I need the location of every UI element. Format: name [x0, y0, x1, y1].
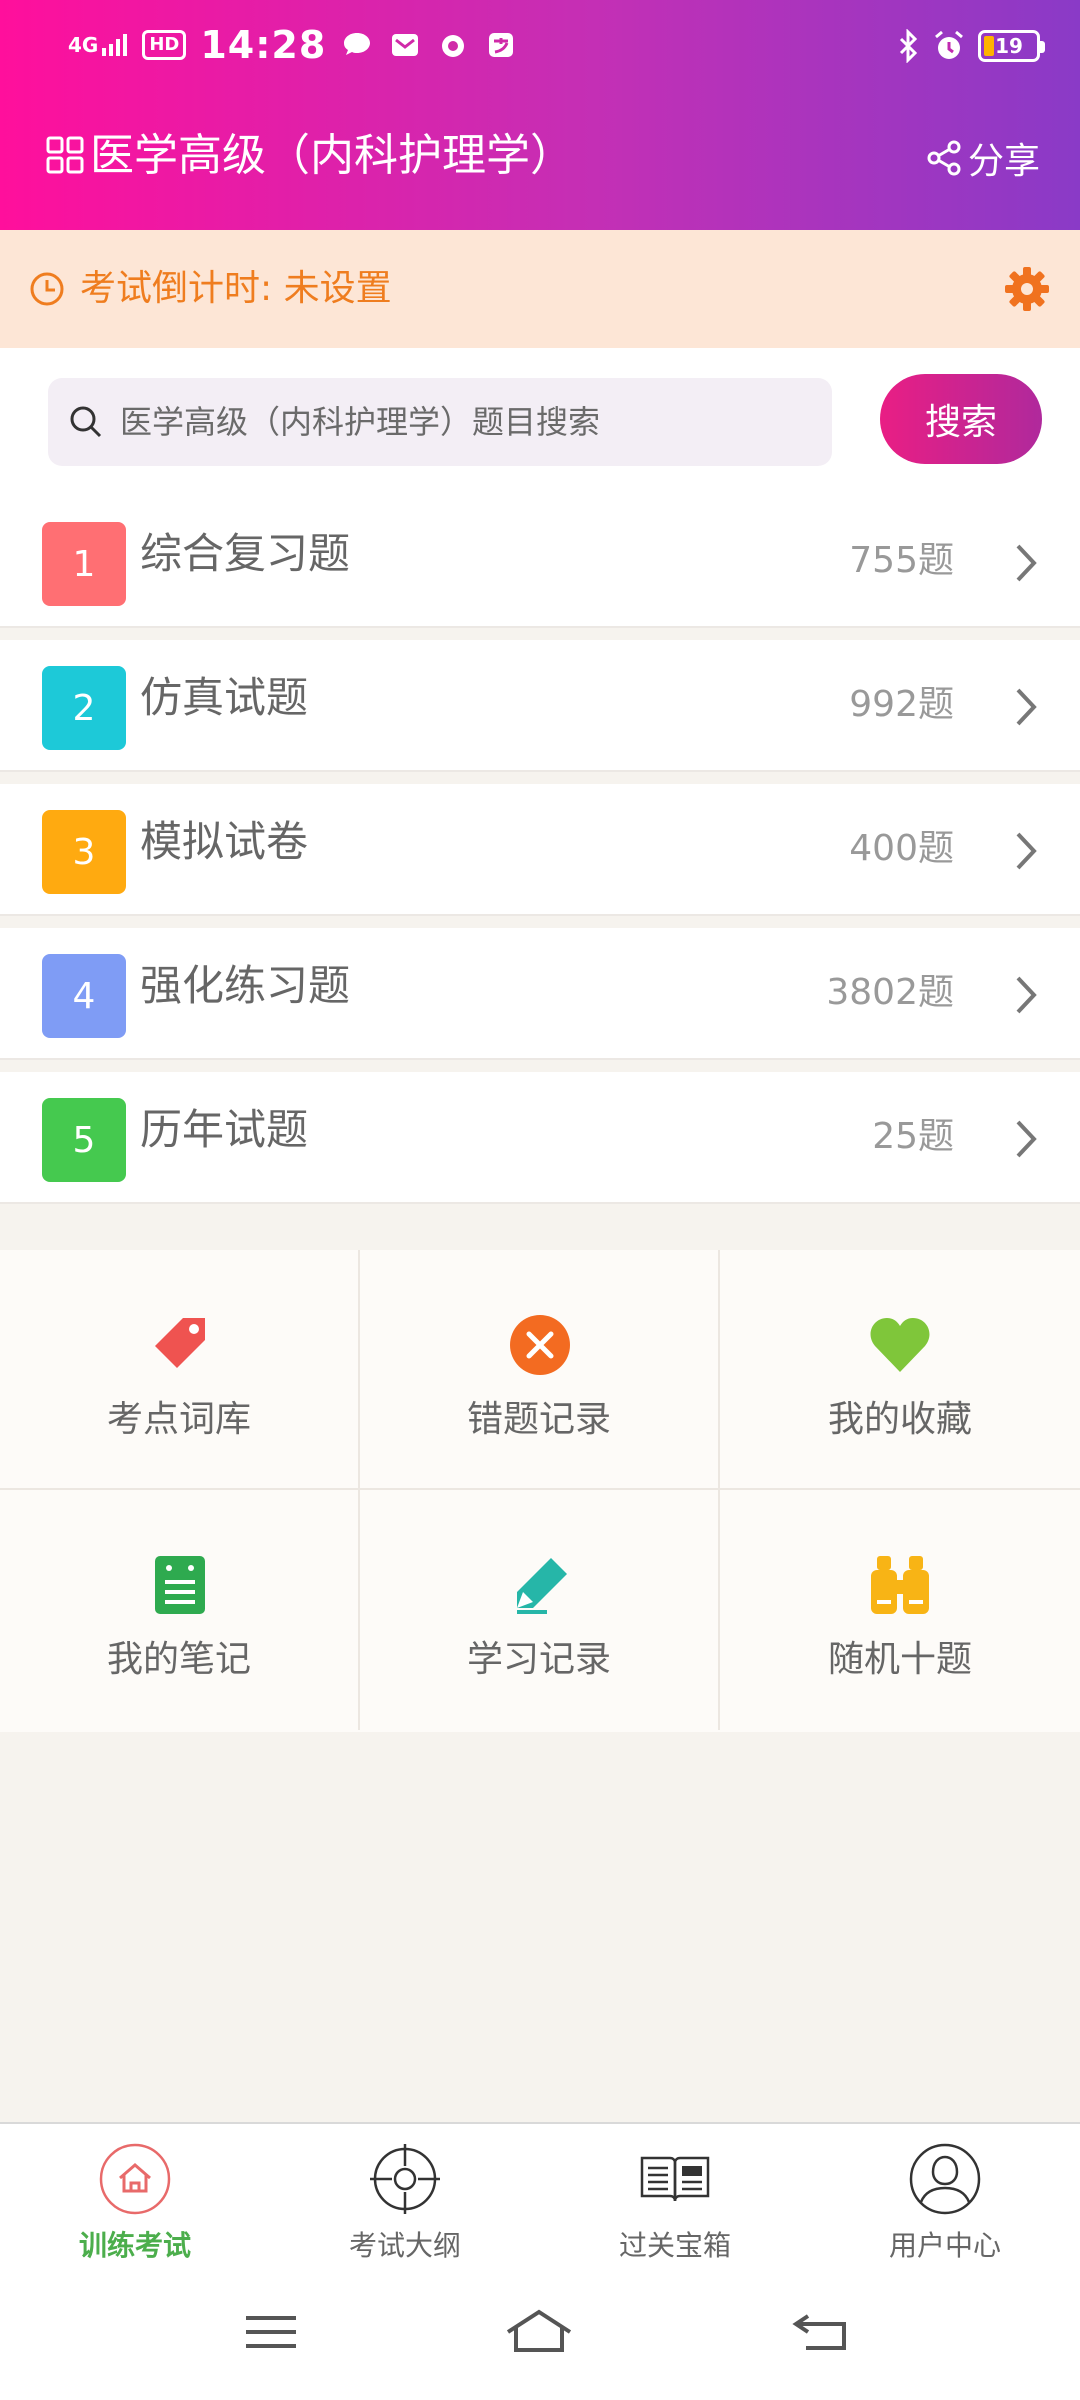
- list-item[interactable]: 3 模拟试卷 400题: [0, 784, 1080, 916]
- item-count: 25题: [872, 1116, 954, 1157]
- tool-label: 考点词库: [106, 1399, 251, 1440]
- user-icon: [909, 2143, 981, 2215]
- tool-label: 随机十题: [827, 1639, 972, 1680]
- tab-label: 考试大纲: [348, 2229, 461, 2262]
- battery-level: 19: [995, 34, 1023, 58]
- bluetooth-icon: [899, 29, 918, 63]
- tab-user-center[interactable]: 用户中心: [810, 2124, 1080, 2274]
- item-index-badge: 3: [42, 810, 126, 894]
- chevron-right-icon: [1016, 976, 1037, 1014]
- item-index-badge: 4: [42, 954, 126, 1038]
- menu-icon[interactable]: [236, 2302, 306, 2362]
- chevron-right-icon: [1016, 544, 1037, 582]
- battery-indicator: 19: [978, 30, 1045, 62]
- status-time: 14:28: [200, 23, 327, 67]
- tab-exam-outline[interactable]: 考试大纲: [270, 2124, 540, 2274]
- tool-label: 我的笔记: [106, 1639, 251, 1680]
- item-count: 3802题: [826, 972, 954, 1013]
- close-circle-icon: [510, 1315, 570, 1375]
- chevron-right-icon: [1016, 832, 1037, 870]
- tab-pass-treasure[interactable]: 过关宝箱: [540, 2124, 810, 2274]
- tool-favorites[interactable]: 我的收藏: [720, 1250, 1080, 1490]
- tool-wrong-answers[interactable]: 错题记录: [360, 1250, 720, 1490]
- pencil-icon: [517, 1558, 567, 1614]
- tab-label: 训练考试: [78, 2229, 191, 2262]
- list-item[interactable]: 5 历年试题 25题: [0, 1072, 1080, 1204]
- search-icon: [70, 406, 102, 438]
- clock-icon: [30, 272, 64, 306]
- tool-notes[interactable]: 我的笔记: [0, 1490, 360, 1730]
- binoculars-icon: [871, 1556, 929, 1614]
- tab-training-exam[interactable]: 训练考试: [0, 2124, 270, 2274]
- tool-label: 错题记录: [466, 1399, 611, 1440]
- app-header: 4G HD 14:28 19 医学高级（内科护理学） 分享: [0, 0, 1080, 230]
- signal-icon: [102, 34, 128, 56]
- hd-badge: HD: [142, 30, 187, 60]
- tab-label: 用户中心: [888, 2229, 1001, 2262]
- target-icon: [370, 2144, 440, 2214]
- chat-icon: [344, 33, 371, 55]
- share-label: 分享: [967, 141, 1040, 182]
- question-bank-list: 1 综合复习题 755题 2 仿真试题 992题 3 模拟试卷 400题 4 强…: [0, 496, 1080, 1216]
- item-label: 历年试题: [140, 1105, 309, 1154]
- search-row: 搜索: [0, 348, 1080, 496]
- tab-label: 过关宝箱: [618, 2229, 731, 2262]
- item-label: 综合复习题: [140, 529, 351, 578]
- tag-icon: [155, 1318, 205, 1368]
- alipay-icon: [489, 33, 514, 57]
- home-nav-icon[interactable]: [504, 2302, 574, 2362]
- countdown-text: 考试倒计时: 未设置: [80, 268, 392, 309]
- title-bar: 医学高级（内科护理学） 分享: [0, 110, 1080, 200]
- list-item[interactable]: 2 仿真试题 992题: [0, 640, 1080, 772]
- exam-countdown-bar[interactable]: 考试倒计时: 未设置: [0, 230, 1080, 348]
- status-bar-right: 19: [898, 24, 1045, 68]
- bottom-tab-bar: 训练考试 考试大纲 过关宝箱 用户中心: [0, 2122, 1080, 2272]
- item-index-badge: 1: [42, 522, 126, 606]
- item-count: 755题: [849, 540, 954, 581]
- tool-label: 我的收藏: [827, 1399, 972, 1440]
- news-icon: [640, 2156, 710, 2202]
- app-notification-icon: [442, 35, 465, 57]
- heart-icon: [870, 1318, 930, 1372]
- page-title: 医学高级（内科护理学）: [90, 130, 574, 181]
- search-input[interactable]: [120, 378, 820, 466]
- alarm-icon: [935, 30, 963, 59]
- home-icon: [99, 2143, 171, 2215]
- status-bar: 4G HD 14:28 19: [0, 0, 1080, 90]
- item-index-badge: 5: [42, 1098, 126, 1182]
- tools-grid: 考点词库 错题记录 我的收藏 我的笔记 学习记录 随机十题: [0, 1250, 1080, 1732]
- grid-menu-icon[interactable]: [46, 136, 84, 174]
- mail-icon: [392, 34, 419, 56]
- share-icon: [927, 140, 961, 176]
- item-count: 400题: [849, 828, 954, 869]
- chevron-right-icon: [1016, 1120, 1037, 1158]
- notebook-icon: [155, 1556, 205, 1614]
- search-box[interactable]: [48, 378, 832, 466]
- chevron-right-icon: [1016, 688, 1037, 726]
- list-item[interactable]: 4 强化练习题 3802题: [0, 928, 1080, 1060]
- system-nav-bar: [0, 2272, 1080, 2400]
- item-label: 强化练习题: [140, 961, 351, 1010]
- search-button[interactable]: 搜索: [880, 374, 1042, 464]
- item-count: 992题: [849, 684, 954, 725]
- tool-label: 学习记录: [466, 1639, 611, 1680]
- item-label: 模拟试卷: [140, 817, 309, 866]
- tool-random-ten[interactable]: 随机十题: [720, 1490, 1080, 1730]
- share-button[interactable]: 分享: [926, 132, 1040, 184]
- list-item[interactable]: 1 综合复习题 755题: [0, 496, 1080, 628]
- item-index-badge: 2: [42, 666, 126, 750]
- tool-study-records[interactable]: 学习记录: [360, 1490, 720, 1730]
- tool-keypoint-library[interactable]: 考点词库: [0, 1250, 360, 1490]
- back-icon[interactable]: [788, 2302, 858, 2362]
- network-indicator: 4G: [68, 33, 99, 57]
- item-label: 仿真试题: [140, 673, 309, 722]
- status-bar-left: 4G HD 14:28: [68, 20, 518, 70]
- gear-icon[interactable]: [1002, 264, 1052, 314]
